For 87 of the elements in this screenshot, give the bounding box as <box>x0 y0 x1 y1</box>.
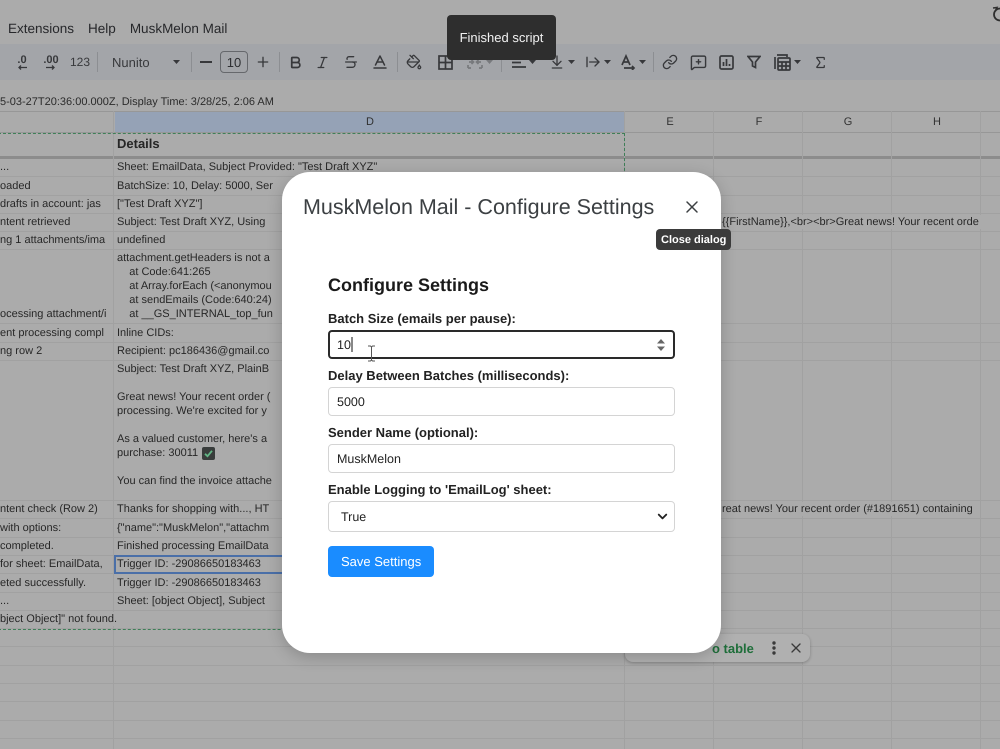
save-button[interactable]: Save Settings <box>328 546 434 577</box>
borders-icon <box>438 54 452 70</box>
table-cell: Thanks for shopping with..., HT <box>117 502 270 516</box>
kebab-menu-icon <box>772 641 776 655</box>
cell-text-line: purchase: 30011 <box>117 446 198 460</box>
number-format-button[interactable]: 123 <box>66 48 94 76</box>
add-comment-icon <box>690 54 706 70</box>
table-header-cell: Details <box>117 137 160 151</box>
cell-text-line: You can find the invoice attache <box>117 474 272 488</box>
table-cell: ng row 2 <box>0 344 42 358</box>
column-header[interactable]: H <box>893 112 981 132</box>
increase-decimal-button[interactable]: .00 <box>36 48 66 76</box>
formula-bar-text: 5-03-27T20:36:00.000Z, Display Time: 3/28/25, 2:06 AM <box>0 96 274 108</box>
chart-icon <box>718 54 734 70</box>
table-cell: for sheet: EmailData, <box>0 557 103 572</box>
font-dropdown[interactable]: Nunito <box>100 48 188 76</box>
table-cell: Subject: Test Draft XYZ, Using <box>117 215 266 230</box>
filter-icon <box>747 55 761 69</box>
field-label: Batch Size (emails per pause): <box>328 311 516 327</box>
table-cell: Trigger ID: -29086650183463 <box>117 557 261 572</box>
menu-item[interactable]: Help <box>88 20 116 38</box>
text-overflow-icon <box>585 54 601 70</box>
table-cell: eted successfully. <box>0 576 86 590</box>
table-cell: ["Test Draft XYZ"] <box>117 196 202 211</box>
column-header[interactable]: F <box>715 112 803 132</box>
table-cell: undefined <box>117 233 166 248</box>
arrow-right-icon <box>46 64 56 70</box>
table-cell: Inline CIDs: <box>117 326 174 340</box>
table-cell: ocessing attachment/i <box>0 307 106 322</box>
table-icon <box>774 54 790 70</box>
cell-text-line: processing. We're excited for y <box>117 404 267 418</box>
spinner-icon <box>657 338 665 350</box>
table-cell: Sheet: [object Object], Subject <box>117 594 265 608</box>
number-field[interactable]: 5000 <box>328 387 675 416</box>
chip-label[interactable]: o table <box>712 640 754 656</box>
column-header[interactable]: E <box>626 112 714 132</box>
font-size-field[interactable]: 10 <box>220 51 248 73</box>
dialog-title: MuskMelon Mail - Configure Settings <box>303 194 654 221</box>
table-cell: attachment.getHeaders is not a at Code:641:265 at Array.forEach (<anonymou at sendEmails (Code:640:24) at __GS_INTERNAL_top_fun <box>117 251 273 322</box>
field-label: Delay Between Batches (milliseconds): <box>328 368 570 384</box>
link-icon <box>662 54 678 70</box>
select-field[interactable]: True <box>328 501 675 532</box>
text-field[interactable]: MuskMelon <box>328 444 675 473</box>
text-cursor-icon <box>367 345 376 362</box>
table-cell: ntent retrieved <box>0 215 70 230</box>
table-cell-text: reat news! Your recent order (#1891651) containing <box>722 502 975 516</box>
table-cell: oaded <box>0 178 31 193</box>
field-label: Sender Name (optional): <box>328 425 478 441</box>
menu-item[interactable]: Extensions <box>8 20 74 38</box>
tooltip: Close dialog <box>656 229 732 250</box>
menu-item[interactable]: MuskMelon Mail <box>130 20 228 38</box>
table-cell: ng 1 attachments/ima <box>0 233 106 248</box>
cell-text-line: As a valued customer, here's a <box>117 432 268 446</box>
table-cell: drafts in account: jas <box>0 196 101 211</box>
number-field[interactable]: 10 <box>328 330 675 359</box>
table-cell: Recipient: pc186436@gmail.co <box>117 344 270 358</box>
table-cell: completed. <box>0 538 54 553</box>
align-bottom-icon <box>549 54 565 70</box>
table-cell: ... <box>0 160 10 174</box>
table-cell: Finished processing EmailData <box>117 538 269 553</box>
table-cell: ... <box>0 594 10 608</box>
text-caret-icon <box>350 337 353 352</box>
italic-icon <box>314 54 330 70</box>
text-rotation-icon <box>620 54 636 70</box>
decrease-decimal-button[interactable]: .0 <box>8 48 36 76</box>
plus-icon <box>255 54 271 70</box>
table-cell: BatchSize: 10, Delay: 5000, Ser <box>117 178 273 193</box>
table-cell: Sheet: EmailData, Subject Provided: "Test Draft XYZ" <box>117 160 378 174</box>
cell-text-line: Subject: Test Draft XYZ, PlainB <box>117 362 270 376</box>
cell-text-line: Great news! Your recent order ( <box>117 390 270 404</box>
arrow-left-icon <box>18 64 26 70</box>
table-cell: with options: <box>0 520 62 535</box>
table-cell: {"name":"MuskMelon","attachm <box>117 520 270 535</box>
strikethrough-icon <box>343 54 359 70</box>
column-header[interactable]: D <box>115 112 625 132</box>
status-toast: Finished script <box>447 15 556 60</box>
table-cell: Trigger ID: -29086650183463 <box>117 576 261 590</box>
form-heading: Configure Settings <box>328 274 489 296</box>
table-cell: ntent check (Row 2) <box>0 502 98 516</box>
field-label: Enable Logging to 'EmailLog' sheet: <box>328 482 552 498</box>
table-cell-text: {{FirstName}},<br><br>Great news! Your recent orde <box>722 215 981 230</box>
table-cell: ent processing compl <box>0 326 104 340</box>
table-cell: bject Object]" not found. <box>0 612 120 626</box>
column-header[interactable]: G <box>804 112 892 132</box>
text-color-icon <box>371 53 389 71</box>
paint-bucket-icon <box>406 54 422 70</box>
minus-icon <box>200 61 212 63</box>
